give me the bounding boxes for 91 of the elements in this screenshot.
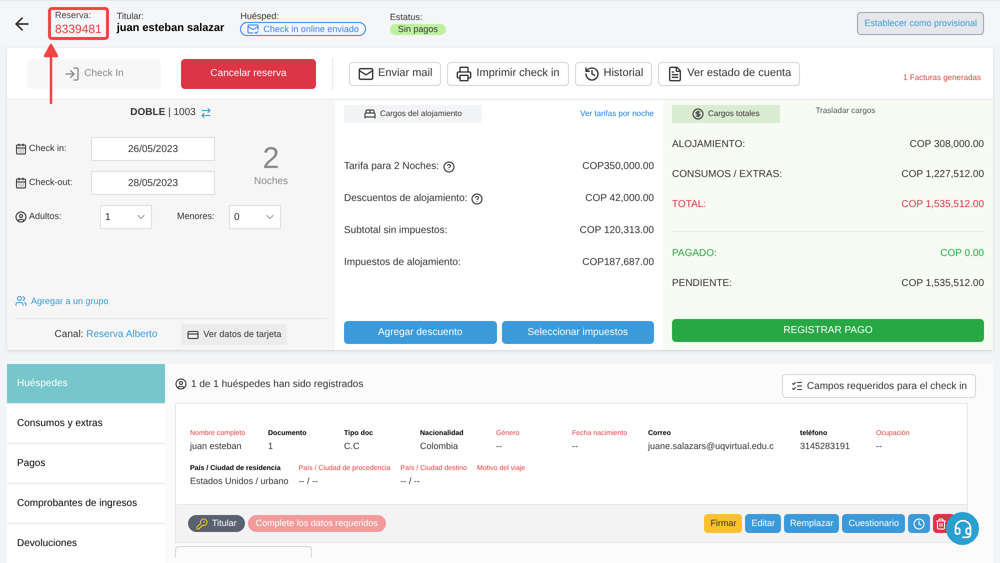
totals-tab[interactable]: Cargos totales (672, 105, 780, 123)
rates-link[interactable]: Ver tarifas por noche (580, 108, 654, 120)
field-value: 3145283191 (800, 440, 852, 452)
total-value: COP 308,000.00 (910, 138, 984, 152)
sign-button[interactable]: Firmar (704, 514, 742, 533)
document-icon (667, 66, 684, 82)
total-value: COP 1,227,512.00 (901, 168, 984, 182)
holder-label: Titular: (116, 11, 145, 22)
total-value: COP 1,535,512.00 (901, 277, 984, 291)
clock-icon (913, 518, 925, 530)
date-label: Check in: (15, 142, 91, 156)
action-button[interactable]: Historial (574, 62, 652, 86)
swap-icon[interactable] (200, 106, 212, 118)
reservation-number: 8339481 (55, 22, 102, 37)
help-icon[interactable] (471, 192, 484, 204)
reservation-label: Reserva: (55, 10, 92, 22)
charges-tab[interactable]: Cargos del alojamiento (344, 105, 482, 123)
status-label: Estatus: (390, 12, 424, 24)
charge-value: COP 42,000.00 (585, 192, 654, 206)
key-icon (196, 518, 208, 530)
field-value: -- (876, 440, 883, 452)
user-icon (15, 211, 27, 223)
headset-icon (952, 518, 972, 538)
field-value: 1 (268, 440, 274, 452)
users-icon (15, 295, 27, 308)
adults-label: Adultos: (15, 210, 100, 224)
charge-label: Subtotal sin impuestos: (344, 224, 448, 238)
field-value: -- / -- (400, 474, 421, 488)
guests-summary: 1 de 1 huéspedes han sido registrados (175, 376, 364, 392)
date-field[interactable]: 26/05/2023 (91, 137, 215, 161)
action-button[interactable]: Imprimir check in (447, 62, 569, 86)
total-value: COP 1,535,512.00 (901, 198, 984, 212)
guest-label: Huésped: (240, 10, 280, 22)
charge-value: COP187,687.00 (582, 256, 654, 270)
calendar-icon (15, 143, 27, 155)
minors-label: Menores: (177, 210, 216, 224)
card-data-button[interactable]: Ver datos de tarjeta (181, 324, 288, 346)
dollar-icon (692, 108, 704, 120)
field-value: Estados Unidos / urbano (190, 474, 289, 488)
bed-icon (364, 108, 376, 120)
field-value: C.C (344, 440, 360, 452)
total-label: ALOJAMIENTO: (672, 138, 746, 152)
field-value: Colombia (420, 440, 460, 452)
minors-select[interactable]: 0 (229, 205, 281, 229)
charge-label: Impuestos de alojamiento: (344, 256, 461, 270)
room-type: DOBLE | 1003 (130, 106, 196, 120)
total-label: PENDIENTE: (672, 277, 732, 291)
field-value: -- / -- (298, 474, 320, 488)
help-icon[interactable] (443, 160, 456, 172)
cancel-reservation-button[interactable]: Cancelar reserva (181, 58, 316, 88)
holder-badge: Titular (188, 515, 245, 532)
charge-label: Descuentos de alojamiento: (344, 191, 484, 206)
total-label: PAGADO: (672, 247, 717, 261)
history-button[interactable] (908, 514, 930, 533)
calendar-icon (15, 177, 27, 189)
mail-icon (358, 66, 374, 82)
action-button[interactable]: Ver estado de cuenta (658, 62, 800, 86)
mail-check-icon (247, 23, 260, 36)
history-icon (584, 66, 600, 82)
list-icon (790, 380, 803, 392)
printer-icon (456, 66, 472, 82)
annotation-arrow (44, 44, 58, 104)
card-icon (187, 328, 200, 340)
holder-name: juan esteban salazar (116, 22, 224, 36)
required-fields-button[interactable]: Campos requeridos para el check in (782, 374, 976, 398)
date-field[interactable]: 28/05/2023 (91, 171, 215, 195)
date-label: Check-out: (15, 176, 91, 190)
channel-text: Canal: Reserva Alberto (54, 328, 158, 342)
field-value: -- (496, 440, 503, 452)
charge-value: COP350,000.00 (582, 160, 654, 174)
total-value: COP 0.00 (940, 247, 984, 261)
status-badge: Sin pagos (390, 24, 446, 35)
trash-icon (935, 518, 947, 530)
online-checkin-badge: Check in online enviado (240, 22, 366, 36)
nights-label: Noches (254, 174, 288, 188)
invoices-link[interactable]: 1 Facturas generadas (903, 72, 981, 84)
warning-badge: Complete los datos requeridos (248, 515, 386, 532)
total-label: TOTAL: (672, 198, 706, 212)
field-value: juane.salazars@uqvirtual.edu.c (648, 440, 775, 453)
totals-tab[interactable]: Trasladar cargos (796, 102, 896, 120)
total-label: CONSUMOS / EXTRAS: (672, 168, 782, 182)
field-value: juan esteban (190, 440, 243, 453)
nights-count: 2 (262, 144, 280, 174)
adults-select[interactable]: 1 (100, 205, 152, 229)
charge-value: COP 120,313.00 (580, 224, 654, 238)
field-value: -- (572, 440, 579, 452)
cut-off-field[interactable] (175, 546, 312, 558)
login-icon (64, 66, 80, 82)
user-icon (175, 378, 187, 390)
action-button[interactable]: Enviar mail (349, 62, 442, 86)
charge-label: Tarifa para 2 Noches: (344, 159, 456, 174)
